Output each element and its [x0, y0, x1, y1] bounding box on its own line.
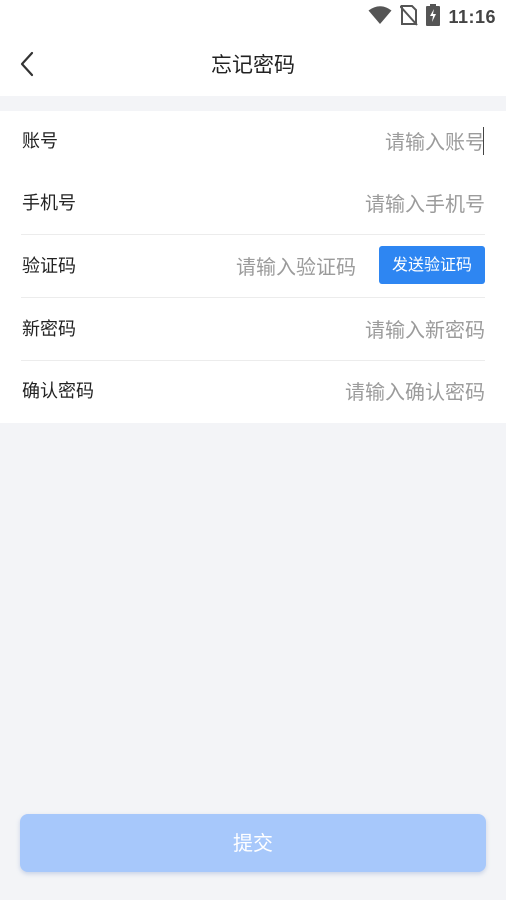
- phone-row: 手机号: [21, 173, 485, 235]
- nav-bar: 忘记密码: [0, 34, 506, 96]
- chevron-left-icon: [20, 51, 36, 81]
- new-password-input[interactable]: [185, 313, 485, 347]
- battery-charging-icon: [426, 4, 441, 30]
- account-row: 账号: [21, 111, 485, 173]
- new-password-row: 新密码: [21, 299, 485, 361]
- code-row: 验证码 发送验证码: [21, 236, 485, 298]
- submit-button[interactable]: 提交: [20, 814, 486, 872]
- new-password-label: 新密码: [22, 319, 76, 340]
- phone-label: 手机号: [22, 193, 76, 214]
- account-label: 账号: [22, 131, 58, 152]
- confirm-password-input[interactable]: [185, 375, 485, 409]
- phone-input[interactable]: [185, 187, 485, 221]
- back-button[interactable]: [10, 48, 46, 84]
- status-time: 11:16: [448, 6, 496, 27]
- no-sim-icon: [399, 4, 419, 30]
- account-input[interactable]: [185, 125, 485, 159]
- code-label: 验证码: [22, 256, 76, 277]
- verification-code-input[interactable]: [136, 250, 356, 284]
- wifi-icon: [368, 5, 392, 29]
- page-title: 忘记密码: [211, 53, 295, 77]
- confirm-password-label: 确认密码: [22, 381, 94, 402]
- form-card: 账号 手机号 验证码 发送验证码 新密码 确认密码: [0, 111, 506, 423]
- status-bar: 11:16: [0, 0, 506, 34]
- status-icons: 11:16: [368, 4, 496, 30]
- send-code-button[interactable]: 发送验证码: [379, 246, 485, 284]
- confirm-password-row: 确认密码: [21, 361, 485, 423]
- text-cursor: [483, 127, 484, 155]
